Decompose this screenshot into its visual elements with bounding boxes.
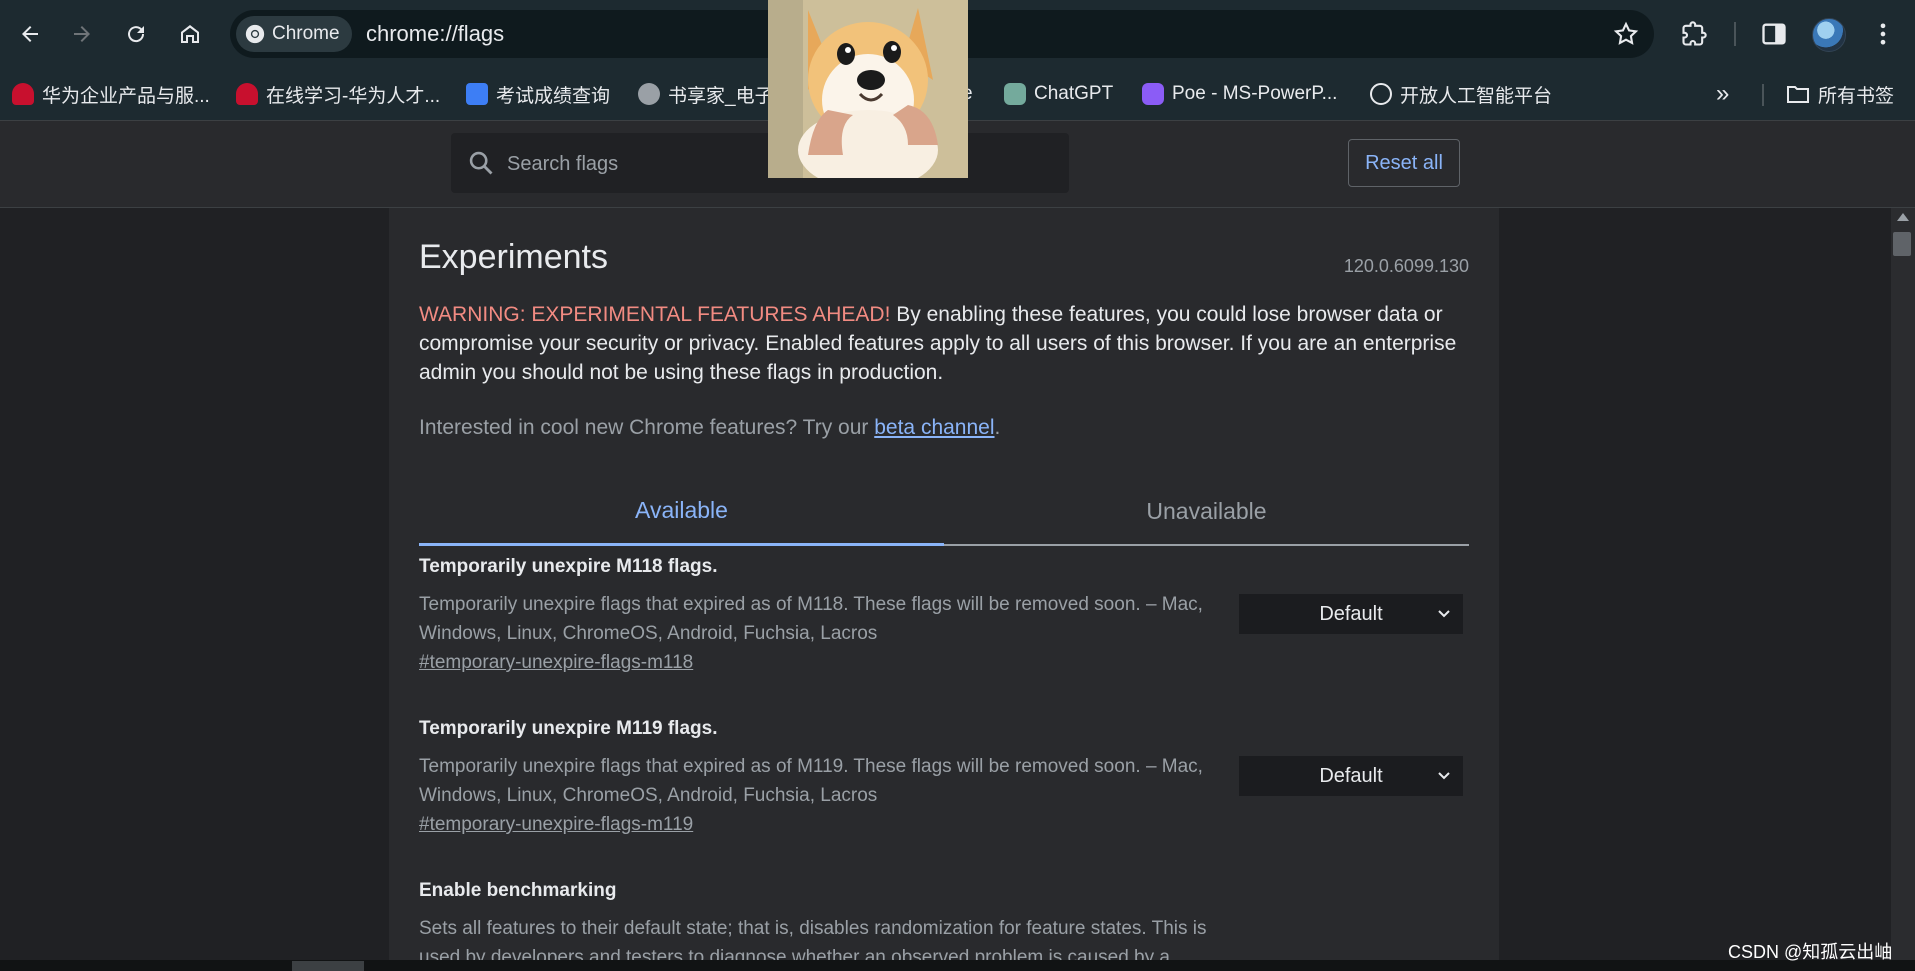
huawei-logo-icon <box>12 83 34 105</box>
flag-state-select[interactable]: Default <box>1239 756 1463 796</box>
bookmark-label: Poe - MS-PowerP... <box>1172 83 1338 104</box>
tab-unavailable[interactable]: Unavailable <box>944 478 1469 544</box>
bookmark-star-icon[interactable] <box>1612 20 1640 48</box>
flags-content: Experiments 120.0.6099.130 WARNING: EXPE… <box>389 208 1499 971</box>
search-box[interactable] <box>451 133 1069 193</box>
beta-promo-text: Interested in cool new Chrome features? … <box>419 416 875 439</box>
openai-logo-icon <box>1370 83 1392 105</box>
flag-name: Temporarily unexpire M118 flags. <box>419 556 718 577</box>
globe-icon <box>638 83 660 105</box>
page-title: Experiments <box>419 238 608 276</box>
bookmark-item[interactable]: 开放人工智能平台 <box>1370 78 1552 110</box>
profile-avatar[interactable] <box>1812 18 1846 52</box>
flags-tabs: Available Unavailable <box>419 478 1469 546</box>
exam-app-icon <box>466 83 488 105</box>
more-vert-icon <box>1880 23 1886 45</box>
bookmark-item[interactable]: ChatGPT <box>1004 78 1113 110</box>
site-chip-label: Chrome <box>272 23 340 44</box>
flag-link[interactable]: #temporary-unexpire-flags-m119 <box>419 814 693 836</box>
flag-state-value: Default <box>1319 602 1383 625</box>
puzzle-icon <box>1682 21 1707 46</box>
flag-link[interactable]: #temporary-unexpire-flags-m118 <box>419 652 693 674</box>
warning-text: WARNING: EXPERIMENTAL FEATURES AHEAD! By… <box>419 300 1469 387</box>
toolbar-divider <box>1734 22 1736 46</box>
home-icon <box>181 25 199 43</box>
reload-button[interactable] <box>116 14 156 54</box>
all-bookmarks-label: 所有书签 <box>1818 85 1895 107</box>
bookmark-item[interactable]: Poe - MS-PowerP... <box>1142 78 1337 110</box>
back-arrow-icon <box>22 26 38 42</box>
search-icon <box>469 151 493 175</box>
warning-prefix: WARNING: EXPERIMENTAL FEATURES AHEAD! <box>419 303 891 326</box>
flag-name: Temporarily unexpire M119 flags. <box>419 718 718 739</box>
chatgpt-icon <box>1004 83 1026 105</box>
back-button[interactable] <box>10 14 50 54</box>
beta-channel-link[interactable]: beta channel <box>874 416 994 439</box>
chrome-logo-icon <box>245 24 265 44</box>
bookmark-item[interactable]: 书享家_电子 <box>638 78 774 110</box>
beta-promo-suffix: . <box>994 416 1001 439</box>
vertical-scrollbar[interactable] <box>1891 208 1915 960</box>
all-bookmarks-button[interactable]: 所有书签 <box>1786 78 1894 110</box>
flag-name: Enable benchmarking <box>419 880 617 901</box>
bookmark-label: 在线学习-华为人才... <box>266 85 441 107</box>
poe-icon <box>1142 83 1164 105</box>
version-label: 120.0.6099.130 <box>1343 256 1469 276</box>
horizontal-scrollbar-thumb[interactable] <box>292 961 364 971</box>
huawei-logo-icon <box>236 83 258 105</box>
flag-state-select[interactable]: Default <box>1239 594 1463 634</box>
url-text[interactable]: chrome://flags <box>366 21 504 47</box>
tab-available[interactable]: Available <box>419 478 944 546</box>
bookmark-label: 考试成绩查询 <box>496 85 611 107</box>
scroll-up-arrow-icon[interactable] <box>1896 212 1910 222</box>
bookmark-label: 开放人工智能平台 <box>1400 85 1553 107</box>
menu-button[interactable] <box>1865 16 1901 52</box>
side-panel-button[interactable] <box>1756 16 1792 52</box>
bookmark-label: 华为企业产品与服... <box>42 85 210 107</box>
bookmark-label: ChatGPT <box>1034 83 1114 104</box>
side-panel-icon <box>1762 23 1786 45</box>
flag-entry: Enable benchmarking Sets all features to… <box>419 880 1469 971</box>
folder-icon <box>1787 86 1809 103</box>
scrollbar-thumb[interactable] <box>1893 232 1911 256</box>
forward-arrow-icon <box>74 26 90 42</box>
flag-state-value: Default <box>1319 764 1383 787</box>
extensions-button[interactable] <box>1676 16 1712 52</box>
reset-all-button[interactable]: Reset all <box>1348 139 1460 187</box>
bookmark-item[interactable]: 华为企业产品与服... <box>12 78 210 110</box>
dog-image <box>768 0 968 178</box>
bookmark-item[interactable]: 在线学习-华为人才... <box>236 78 440 110</box>
dog-photo-overlay <box>768 0 968 178</box>
flag-description: Temporarily unexpire flags that expired … <box>419 756 1203 806</box>
csdn-watermark: CSDN @知孤云出岫 <box>1728 942 1893 962</box>
chevron-double-right-icon: » <box>1716 80 1730 107</box>
horizontal-scrollbar[interactable] <box>0 960 1915 971</box>
home-button[interactable] <box>170 14 210 54</box>
more-bookmarks-button[interactable]: » <box>1716 78 1729 110</box>
bookmark-label: 书享家_电子 <box>668 85 774 107</box>
site-chip[interactable]: Chrome <box>236 16 352 52</box>
bookmarks-divider <box>1762 84 1764 106</box>
chevron-down-icon <box>1438 772 1450 780</box>
chevron-down-icon <box>1438 610 1450 618</box>
beta-promo: Interested in cool new Chrome features? … <box>419 416 1000 440</box>
flag-description: Temporarily unexpire flags that expired … <box>419 594 1203 644</box>
forward-button[interactable] <box>62 14 102 54</box>
reload-icon <box>128 26 145 43</box>
bookmark-item[interactable]: 考试成绩查询 <box>466 78 610 110</box>
